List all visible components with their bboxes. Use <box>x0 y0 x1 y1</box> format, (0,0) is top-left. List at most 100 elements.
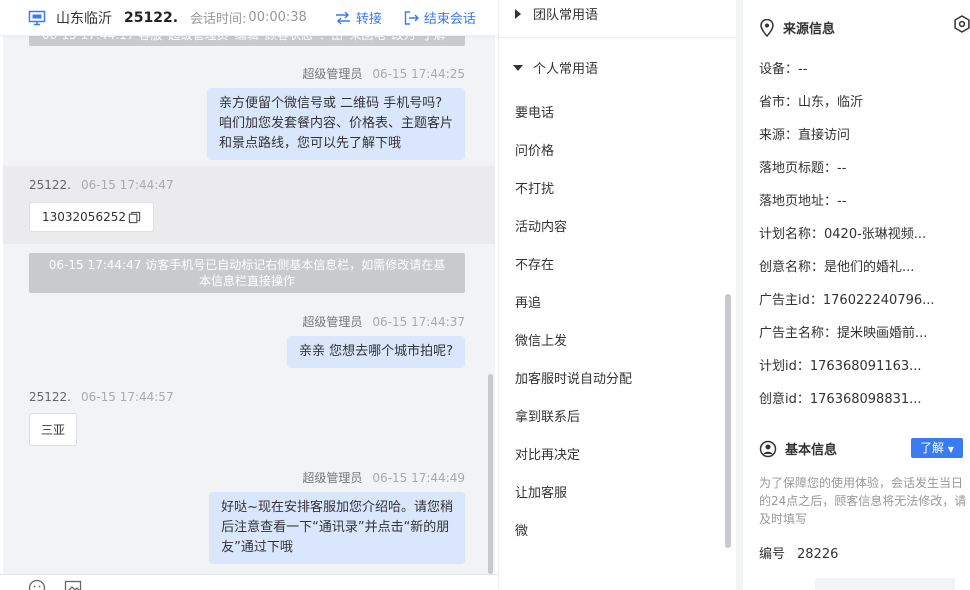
row-value: 176022240796... <box>822 293 935 308</box>
system-note-line: 06-15 17:44:47 访客手机号已自动标记右侧基本信息栏，如需修改请在基 <box>48 258 446 272</box>
emoji-icon[interactable] <box>28 579 46 590</box>
message-meta: 25122. 06-15 17:44:47 <box>29 178 174 192</box>
message-meta: 25122. 06-15 17:44:57 <box>29 390 174 404</box>
phrase-item[interactable]: 不打扰 <box>515 178 554 197</box>
message-time: 06-15 17:44:37 <box>372 315 465 329</box>
group-label: 个人常用语 <box>533 62 599 77</box>
phrase-item[interactable]: 问价格 <box>515 140 554 159</box>
copy-icon[interactable] <box>128 211 141 224</box>
phrases-scrollbar[interactable] <box>725 294 731 548</box>
sender-name: 25122. <box>29 390 71 404</box>
team-phrases-group[interactable]: 团队常用语 <box>513 4 598 23</box>
phrase-item[interactable]: 再追 <box>515 292 541 311</box>
row-label: 创意id： <box>759 392 810 407</box>
row-label: 落地页地址： <box>759 194 838 209</box>
row-value: 是他们的婚礼... <box>824 260 915 275</box>
info-row-device: 设备：-- <box>759 58 807 77</box>
row-value: 176368098831... <box>809 392 922 407</box>
caret-down-icon <box>513 64 523 71</box>
chevron-down-icon: ▼ <box>947 445 954 454</box>
sender-name: 25122. <box>29 178 71 192</box>
visitor-message-bubble: 三亚 <box>29 413 78 446</box>
info-row-plan-id: 计划id：176368091163... <box>759 355 922 374</box>
chat-header: 山东临沂 25122. 会话时间: 00:00:38 转接 结束会话 <box>0 0 498 36</box>
settings-icon[interactable] <box>953 15 970 33</box>
row-label: 编号 <box>759 547 786 562</box>
info-row-province: 省市：山东，临沂 <box>759 91 863 110</box>
visitor-location: 山东临沂 <box>56 10 112 27</box>
source-info-title: 来源信息 <box>783 22 836 37</box>
end-session-button[interactable]: 结束会话 <box>404 8 476 27</box>
transfer-icon <box>335 11 350 24</box>
row-value: 直接访问 <box>798 128 851 143</box>
row-label: 广告主id： <box>759 293 823 308</box>
image-icon[interactable] <box>64 579 82 590</box>
row-value: 山东，临沂 <box>798 95 864 110</box>
end-session-label: 结束会话 <box>423 12 476 27</box>
message-meta: 超级管理员 06-15 17:44:37 <box>302 313 465 330</box>
info-row-creative-id: 创意id：176368098831... <box>759 388 922 407</box>
chat-message-area[interactable]: 06-15 17:44:17 客服“超级管理员”编辑“顾客状态”：由“未回电”改… <box>3 22 495 574</box>
personal-phrases-group[interactable]: 个人常用语 <box>513 58 598 77</box>
info-row-creative-name: 创意名称：是他们的婚礼... <box>759 256 914 275</box>
row-value: -- <box>837 161 847 176</box>
phrase-item[interactable]: 活动内容 <box>515 216 567 235</box>
row-value: 提米映画婚前... <box>837 326 928 341</box>
row-value: -- <box>837 194 847 209</box>
session-time-label: 会话时间: <box>190 12 247 27</box>
sender-name: 超级管理员 <box>302 315 363 329</box>
visitor-message-bubble[interactable]: 13032056252 <box>29 202 154 232</box>
row-value: 176368091163... <box>809 359 922 374</box>
row-label: 广告主名称： <box>759 326 838 341</box>
message-line: 和景点路线，您可以先了解下哦 <box>218 136 401 151</box>
row-label: 计划名称： <box>759 227 825 242</box>
quick-phrases-panel: 团队常用语 个人常用语 要电话 问价格 不打扰 活动内容 不存在 再追 微信上发… <box>498 0 736 590</box>
message-text: 三亚 <box>41 423 66 437</box>
divider <box>499 37 736 38</box>
location-pin-icon <box>760 18 774 37</box>
info-input-field[interactable] <box>815 578 955 590</box>
chat-input-toolbar <box>0 574 498 590</box>
phrase-item[interactable]: 对比再决定 <box>515 444 580 463</box>
phone-number-text: 13032056252 <box>42 210 126 224</box>
message-time: 06-15 17:44:47 <box>81 178 174 192</box>
phrase-item[interactable]: 拿到联系后 <box>515 406 580 425</box>
phrase-item[interactable]: 加客服时说自动分配 <box>515 368 632 387</box>
system-note-phone-tagged: 06-15 17:44:47 访客手机号已自动标记右侧基本信息栏，如需修改请在基… <box>29 253 465 293</box>
message-line: 亲方便留个微信号或 二维码 手机号吗? <box>218 96 443 111</box>
info-row-source: 来源：直接访问 <box>759 124 850 143</box>
phrase-item[interactable]: 要电话 <box>515 102 554 121</box>
monitor-icon <box>28 10 46 25</box>
phrase-item[interactable]: 让加客服 <box>515 482 567 501</box>
message-time: 06-15 17:44:49 <box>372 471 465 485</box>
message-meta: 超级管理员 06-15 17:44:49 <box>302 469 465 486</box>
message-time: 06-15 17:44:57 <box>81 390 174 404</box>
transfer-label: 转接 <box>355 12 382 27</box>
basic-info-title: 基本信息 <box>785 443 838 458</box>
row-label: 省市： <box>759 95 799 110</box>
session-timer: 00:00:38 <box>248 10 307 25</box>
info-row-advertiser-id: 广告主id：176022240796... <box>759 289 935 308</box>
group-label: 团队常用语 <box>533 8 599 23</box>
message-time: 06-15 17:44:25 <box>372 67 465 81</box>
info-row-landing-url: 落地页地址：-- <box>759 190 846 209</box>
info-row-plan-name: 计划名称：0420-张琳视频... <box>759 223 926 242</box>
message-line: 好哒~现在安排客服加您介绍哈。请您稍 <box>221 500 453 515</box>
phrase-item[interactable]: 不存在 <box>515 254 554 273</box>
phrase-item[interactable]: 微 <box>515 520 528 539</box>
caret-right-icon <box>515 8 521 19</box>
row-label: 来源： <box>759 128 799 143</box>
phrase-item[interactable]: 微信上发 <box>515 330 567 349</box>
visitor-id: 25122. <box>124 9 179 26</box>
chat-panel: 06-15 17:44:17 客服“超级管理员”编辑“顾客状态”：由“未回电”改… <box>0 0 498 590</box>
row-label: 设备： <box>759 62 799 77</box>
status-dropdown[interactable]: 了解 ▼ <box>911 438 963 458</box>
row-value: -- <box>798 62 808 77</box>
basic-info-header: 基本信息 <box>759 439 837 458</box>
visitor-info-panel: 来源信息 设备：-- 省市：山东，临沂 来源：直接访问 落地页标题：-- 落地页… <box>737 0 970 590</box>
system-note-line: 本信息栏直接操作 <box>198 274 295 288</box>
customer-number-row: 编号 28226 <box>759 543 838 562</box>
transfer-button[interactable]: 转接 <box>335 8 382 27</box>
row-label: 计划id： <box>759 359 810 374</box>
chat-scrollbar[interactable] <box>488 374 493 574</box>
